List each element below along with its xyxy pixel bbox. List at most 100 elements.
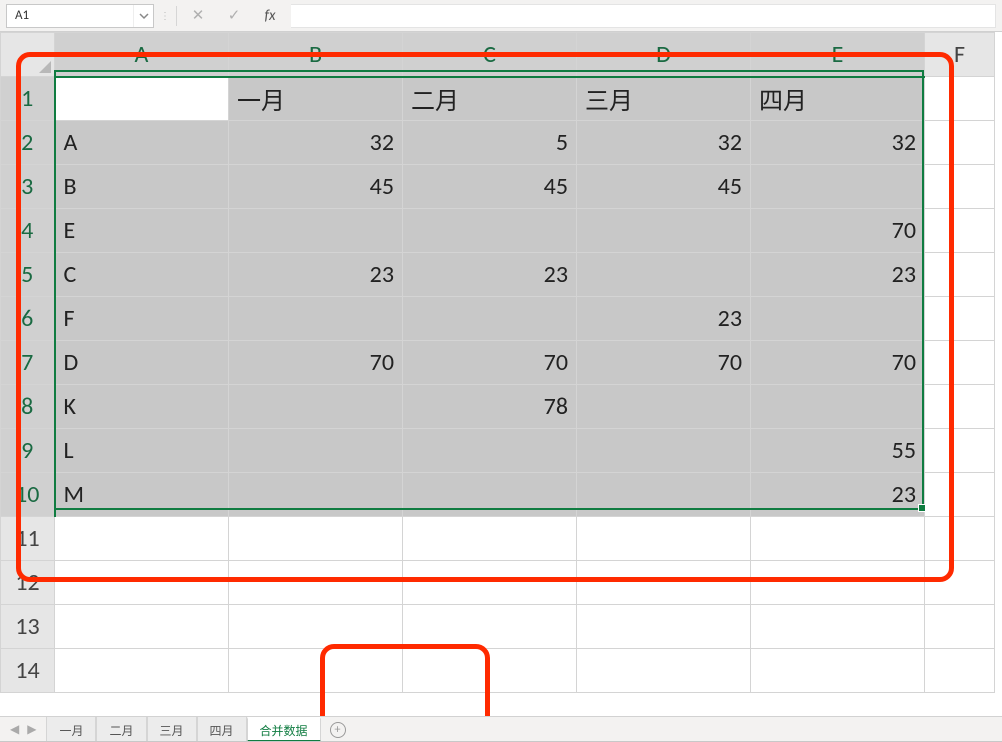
cell[interactable]: 三月 bbox=[577, 77, 751, 121]
col-header[interactable]: E bbox=[751, 33, 925, 77]
cell[interactable] bbox=[925, 165, 995, 209]
cell[interactable] bbox=[229, 429, 403, 473]
cell[interactable]: 23 bbox=[751, 473, 925, 517]
cell[interactable] bbox=[403, 473, 577, 517]
cell[interactable] bbox=[577, 605, 751, 649]
cell[interactable] bbox=[403, 429, 577, 473]
cell[interactable] bbox=[577, 209, 751, 253]
cell[interactable] bbox=[229, 561, 403, 605]
row-header[interactable]: 9 bbox=[1, 429, 55, 473]
cell[interactable]: 45 bbox=[403, 165, 577, 209]
sheet-tab[interactable]: 二月 bbox=[96, 717, 146, 742]
cell[interactable]: L bbox=[55, 429, 229, 473]
cell[interactable] bbox=[925, 429, 995, 473]
cell[interactable] bbox=[55, 605, 229, 649]
row-header[interactable]: 10 bbox=[1, 473, 55, 517]
cell[interactable] bbox=[925, 341, 995, 385]
cell[interactable]: B bbox=[55, 165, 229, 209]
cell[interactable]: 45 bbox=[577, 165, 751, 209]
cell[interactable] bbox=[925, 385, 995, 429]
col-header[interactable]: C bbox=[403, 33, 577, 77]
col-header[interactable]: F bbox=[925, 33, 995, 77]
cell[interactable]: C bbox=[55, 253, 229, 297]
add-sheet-button[interactable]: + bbox=[321, 717, 355, 742]
sheet-tab[interactable]: 一月 bbox=[46, 717, 96, 742]
cell[interactable] bbox=[577, 473, 751, 517]
cell[interactable] bbox=[229, 605, 403, 649]
cell[interactable] bbox=[403, 649, 577, 693]
cell[interactable] bbox=[925, 209, 995, 253]
cell[interactable] bbox=[751, 517, 925, 561]
row-header[interactable]: 11 bbox=[1, 517, 55, 561]
cell[interactable]: 32 bbox=[751, 121, 925, 165]
cell[interactable]: 55 bbox=[751, 429, 925, 473]
cell[interactable] bbox=[751, 561, 925, 605]
sheet-tab[interactable]: 四月 bbox=[197, 717, 247, 742]
cell[interactable] bbox=[925, 517, 995, 561]
cell[interactable]: 32 bbox=[577, 121, 751, 165]
col-header[interactable]: D bbox=[577, 33, 751, 77]
cell[interactable] bbox=[925, 253, 995, 297]
cell[interactable]: 78 bbox=[403, 385, 577, 429]
col-header[interactable]: A bbox=[55, 33, 229, 77]
row-header[interactable]: 14 bbox=[1, 649, 55, 693]
insert-function-button[interactable]: fx bbox=[255, 4, 285, 28]
formula-input[interactable] bbox=[291, 4, 996, 28]
cell[interactable]: 70 bbox=[229, 341, 403, 385]
tab-next-icon[interactable]: ▶ bbox=[27, 722, 36, 737]
cell[interactable]: 23 bbox=[751, 253, 925, 297]
cell[interactable] bbox=[751, 297, 925, 341]
cell[interactable] bbox=[55, 77, 229, 121]
cell[interactable] bbox=[577, 561, 751, 605]
cell[interactable] bbox=[577, 649, 751, 693]
cell[interactable]: A bbox=[55, 121, 229, 165]
cell[interactable] bbox=[229, 517, 403, 561]
cell[interactable]: 70 bbox=[751, 341, 925, 385]
cell[interactable] bbox=[403, 209, 577, 253]
cell[interactable] bbox=[229, 297, 403, 341]
row-header[interactable]: 8 bbox=[1, 385, 55, 429]
cell[interactable] bbox=[751, 385, 925, 429]
cell[interactable]: 70 bbox=[751, 209, 925, 253]
cell[interactable] bbox=[925, 605, 995, 649]
cell[interactable]: 45 bbox=[229, 165, 403, 209]
name-box[interactable]: A1 bbox=[6, 4, 154, 28]
cell[interactable] bbox=[925, 473, 995, 517]
sheet-tab[interactable]: 合并数据 bbox=[247, 717, 321, 742]
cell[interactable] bbox=[751, 649, 925, 693]
cell[interactable] bbox=[577, 385, 751, 429]
cell[interactable] bbox=[229, 385, 403, 429]
row-header[interactable]: 3 bbox=[1, 165, 55, 209]
cell[interactable] bbox=[925, 297, 995, 341]
cell[interactable] bbox=[925, 649, 995, 693]
cell[interactable] bbox=[403, 517, 577, 561]
cell[interactable]: 四月 bbox=[751, 77, 925, 121]
row-header[interactable]: 6 bbox=[1, 297, 55, 341]
cell[interactable]: 一月 bbox=[229, 77, 403, 121]
select-all-cell[interactable] bbox=[1, 33, 55, 77]
cell[interactable]: M bbox=[55, 473, 229, 517]
cell[interactable]: D bbox=[55, 341, 229, 385]
cell[interactable] bbox=[577, 517, 751, 561]
cell[interactable]: 70 bbox=[577, 341, 751, 385]
cell[interactable] bbox=[577, 429, 751, 473]
cell[interactable] bbox=[229, 649, 403, 693]
cell[interactable]: F bbox=[55, 297, 229, 341]
cell[interactable] bbox=[403, 297, 577, 341]
grid[interactable]: A B C D E F 1 一月 二月 三月 四月 2 A 32 5 32 32… bbox=[0, 32, 995, 693]
cell[interactable]: 32 bbox=[229, 121, 403, 165]
cell[interactable] bbox=[925, 77, 995, 121]
cell[interactable]: K bbox=[55, 385, 229, 429]
name-box-dropdown[interactable] bbox=[133, 5, 153, 27]
cell[interactable] bbox=[403, 561, 577, 605]
row-header[interactable]: 12 bbox=[1, 561, 55, 605]
cell[interactable] bbox=[55, 517, 229, 561]
cell[interactable] bbox=[925, 121, 995, 165]
col-header[interactable]: B bbox=[229, 33, 403, 77]
cell[interactable] bbox=[55, 649, 229, 693]
cell[interactable] bbox=[55, 561, 229, 605]
row-header[interactable]: 5 bbox=[1, 253, 55, 297]
sheet-tab[interactable]: 三月 bbox=[147, 717, 197, 742]
cell[interactable]: 23 bbox=[403, 253, 577, 297]
cell[interactable]: 70 bbox=[403, 341, 577, 385]
